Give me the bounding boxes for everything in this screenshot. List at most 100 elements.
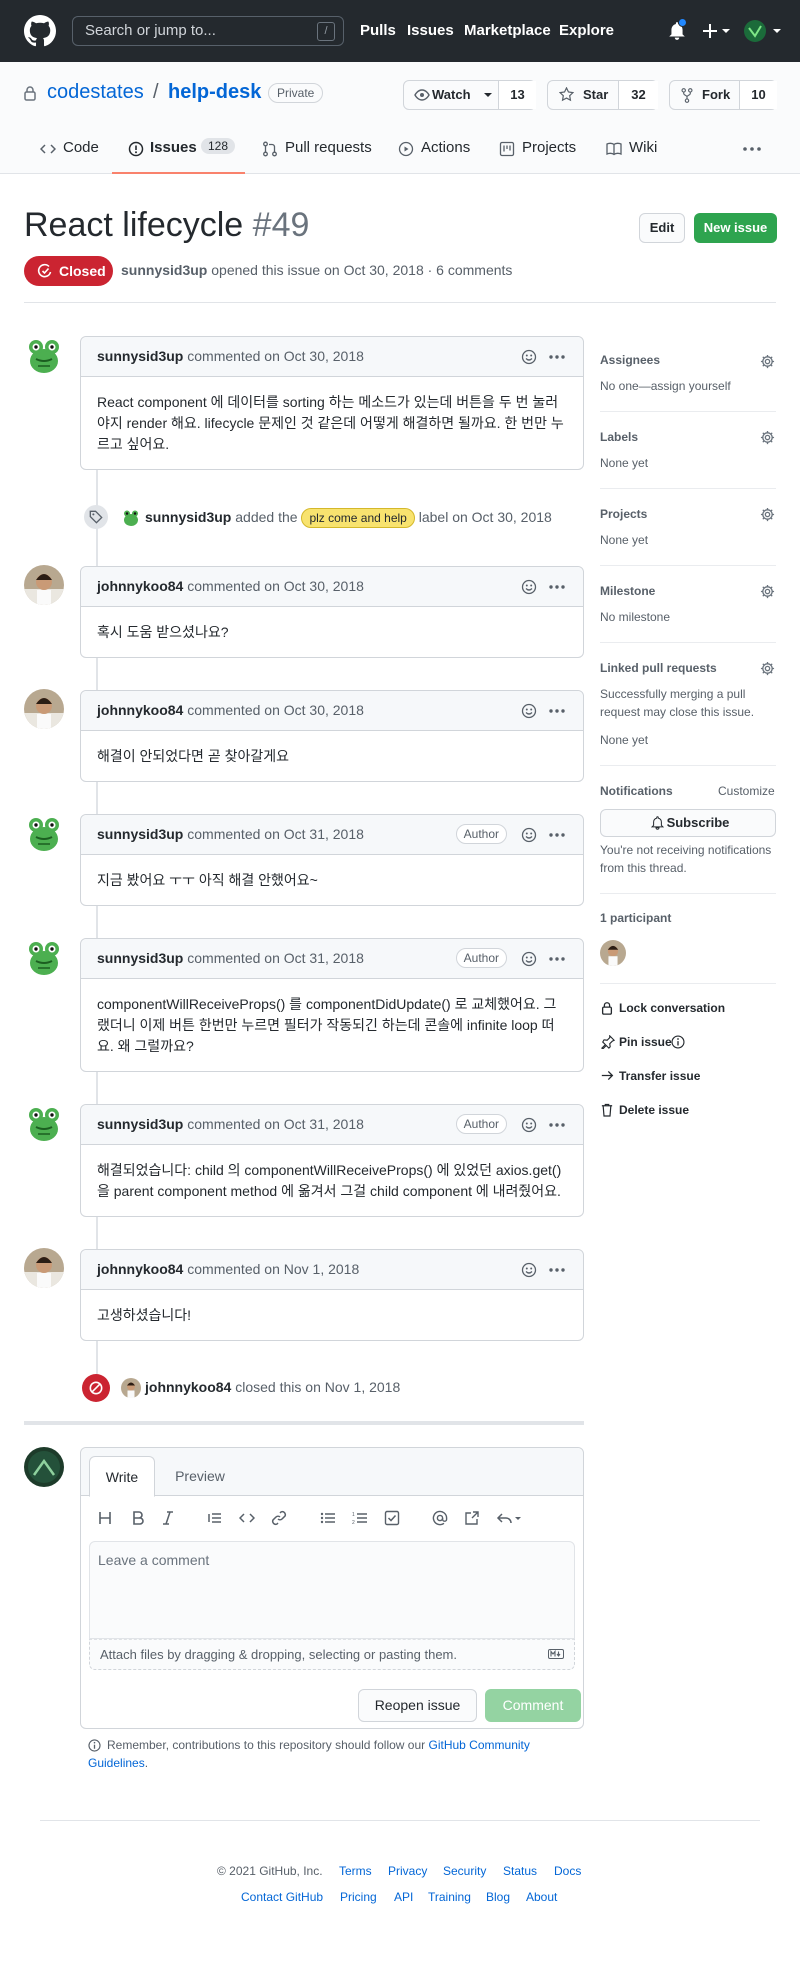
- quote-icon[interactable]: [207, 1510, 223, 1526]
- tab-wiki[interactable]: Wiki: [606, 139, 662, 174]
- comment-options-kebab-icon[interactable]: [549, 709, 565, 713]
- event-actor-avatar[interactable]: [121, 507, 141, 527]
- tab-pull-requests[interactable]: Pull requests: [262, 139, 372, 174]
- comment-options-kebab-icon[interactable]: [549, 1123, 565, 1127]
- footer-link-blog[interactable]: Blog: [486, 1890, 510, 1904]
- footer-link-docs[interactable]: Docs: [554, 1864, 581, 1878]
- add-reaction-smiley-icon[interactable]: [521, 1262, 537, 1278]
- heading-icon[interactable]: [98, 1510, 112, 1526]
- customize-notifications-link[interactable]: Customize: [718, 784, 775, 798]
- footer-link-security[interactable]: Security: [443, 1864, 486, 1878]
- tab-projects[interactable]: Projects: [499, 139, 579, 174]
- add-reaction-smiley-icon[interactable]: [521, 349, 537, 365]
- github-logo-icon[interactable]: [24, 15, 56, 47]
- comment-author[interactable]: sunnysid3up: [97, 826, 183, 842]
- mention-icon[interactable]: [432, 1510, 448, 1526]
- tab-code[interactable]: Code: [40, 139, 100, 174]
- search-input[interactable]: Search or jump to... /: [72, 16, 344, 46]
- add-reaction-smiley-icon[interactable]: [521, 703, 537, 719]
- fork-count[interactable]: 10: [739, 81, 777, 109]
- gear-icon[interactable]: [760, 354, 775, 369]
- event-actor-avatar[interactable]: [121, 1378, 141, 1398]
- issue-label-pill[interactable]: plz come and help: [301, 508, 415, 528]
- assignees-value[interactable]: No one—assign yourself: [600, 377, 731, 395]
- repo-owner-link[interactable]: codestates: [47, 81, 144, 104]
- create-new-plus-icon[interactable]: [702, 22, 732, 40]
- watch-count[interactable]: 13: [498, 81, 536, 109]
- repo-name-link[interactable]: help-desk: [168, 81, 261, 104]
- comment-timestamp[interactable]: commented on Nov 1, 2018: [187, 1261, 359, 1277]
- issue-opener-link[interactable]: sunnysid3up: [121, 262, 207, 278]
- nav-issues[interactable]: Issues: [407, 22, 454, 39]
- comment-timestamp[interactable]: commented on Oct 30, 2018: [187, 702, 364, 718]
- participant-avatar[interactable]: [600, 940, 626, 966]
- notifications-bell-icon[interactable]: [668, 18, 687, 41]
- comment-author[interactable]: johnnykoo84: [97, 702, 183, 718]
- linked-prs-heading[interactable]: Linked pull requests: [600, 661, 717, 675]
- tab-issues[interactable]: Issues 128: [112, 138, 245, 174]
- avatar-photo[interactable]: [24, 1248, 64, 1288]
- footer-link-training[interactable]: Training: [428, 1890, 471, 1904]
- bold-icon[interactable]: [131, 1510, 145, 1526]
- cross-reference-icon[interactable]: [464, 1510, 480, 1526]
- comment-author[interactable]: johnnykoo84: [97, 1261, 183, 1277]
- more-tabs-kebab-icon[interactable]: [743, 147, 761, 151]
- footer-link-contact[interactable]: Contact GitHub: [241, 1890, 323, 1904]
- info-icon[interactable]: [671, 1035, 685, 1049]
- subscribe-button[interactable]: Subscribe: [600, 809, 776, 837]
- footer-link-pricing[interactable]: Pricing: [340, 1890, 377, 1904]
- comment-options-kebab-icon[interactable]: [549, 957, 565, 961]
- attach-files-area[interactable]: Attach files by dragging & dropping, sel…: [89, 1639, 575, 1670]
- bulleted-list-icon[interactable]: [320, 1510, 336, 1526]
- add-reaction-smiley-icon[interactable]: [521, 1117, 537, 1133]
- projects-heading[interactable]: Projects: [600, 507, 647, 521]
- footer-link-privacy[interactable]: Privacy: [388, 1864, 427, 1878]
- footer-link-terms[interactable]: Terms: [339, 1864, 372, 1878]
- closed-event-actor[interactable]: johnnykoo84: [145, 1379, 231, 1395]
- add-reaction-smiley-icon[interactable]: [521, 951, 537, 967]
- nav-marketplace[interactable]: Marketplace: [464, 22, 551, 39]
- avatar-frog[interactable]: [24, 335, 64, 375]
- fork-button[interactable]: Fork 10: [669, 80, 777, 110]
- comment-options-kebab-icon[interactable]: [549, 585, 565, 589]
- add-reaction-smiley-icon[interactable]: [521, 579, 537, 595]
- gear-icon[interactable]: [760, 584, 775, 599]
- tab-preview[interactable]: Preview: [161, 1456, 239, 1497]
- comment-timestamp[interactable]: commented on Oct 31, 2018: [187, 950, 364, 966]
- saved-replies-icon[interactable]: [496, 1510, 522, 1526]
- comment-options-kebab-icon[interactable]: [549, 1268, 565, 1272]
- label-event-actor[interactable]: sunnysid3up: [145, 509, 231, 525]
- nav-explore[interactable]: Explore: [559, 22, 614, 39]
- footer-link-status[interactable]: Status: [503, 1864, 537, 1878]
- comment-author[interactable]: sunnysid3up: [97, 950, 183, 966]
- comment-author[interactable]: sunnysid3up: [97, 1116, 183, 1132]
- italic-icon[interactable]: [161, 1510, 175, 1526]
- gear-icon[interactable]: [760, 507, 775, 522]
- comment-author[interactable]: johnnykoo84: [97, 578, 183, 594]
- watch-button[interactable]: Watch 13: [403, 80, 536, 110]
- edit-title-button[interactable]: Edit: [639, 213, 685, 243]
- new-issue-button[interactable]: New issue: [694, 213, 777, 243]
- comment-timestamp[interactable]: commented on Oct 31, 2018: [187, 826, 364, 842]
- assignees-heading[interactable]: Assignees: [600, 353, 660, 367]
- comment-timestamp[interactable]: commented on Oct 31, 2018: [187, 1116, 364, 1132]
- milestone-heading[interactable]: Milestone: [600, 584, 655, 598]
- footer-link-api[interactable]: API: [394, 1890, 413, 1904]
- comment-options-kebab-icon[interactable]: [549, 833, 565, 837]
- link-icon[interactable]: [271, 1510, 287, 1526]
- comment-options-kebab-icon[interactable]: [549, 355, 565, 359]
- footer-link-about[interactable]: About: [526, 1890, 557, 1904]
- avatar-frog[interactable]: [24, 813, 64, 853]
- labels-heading[interactable]: Labels: [600, 430, 638, 444]
- code-icon[interactable]: [239, 1510, 255, 1526]
- task-list-icon[interactable]: [384, 1510, 400, 1526]
- numbered-list-icon[interactable]: 12: [352, 1510, 368, 1526]
- avatar-frog[interactable]: [24, 1103, 64, 1143]
- user-avatar-menu[interactable]: [743, 19, 783, 43]
- comment-timestamp[interactable]: commented on Oct 30, 2018: [187, 348, 364, 364]
- reopen-issue-button[interactable]: Reopen issue: [358, 1689, 477, 1722]
- tab-write[interactable]: Write: [89, 1456, 155, 1497]
- avatar-frog[interactable]: [24, 937, 64, 977]
- gear-icon[interactable]: [760, 661, 775, 676]
- star-button[interactable]: Star 32: [547, 80, 658, 110]
